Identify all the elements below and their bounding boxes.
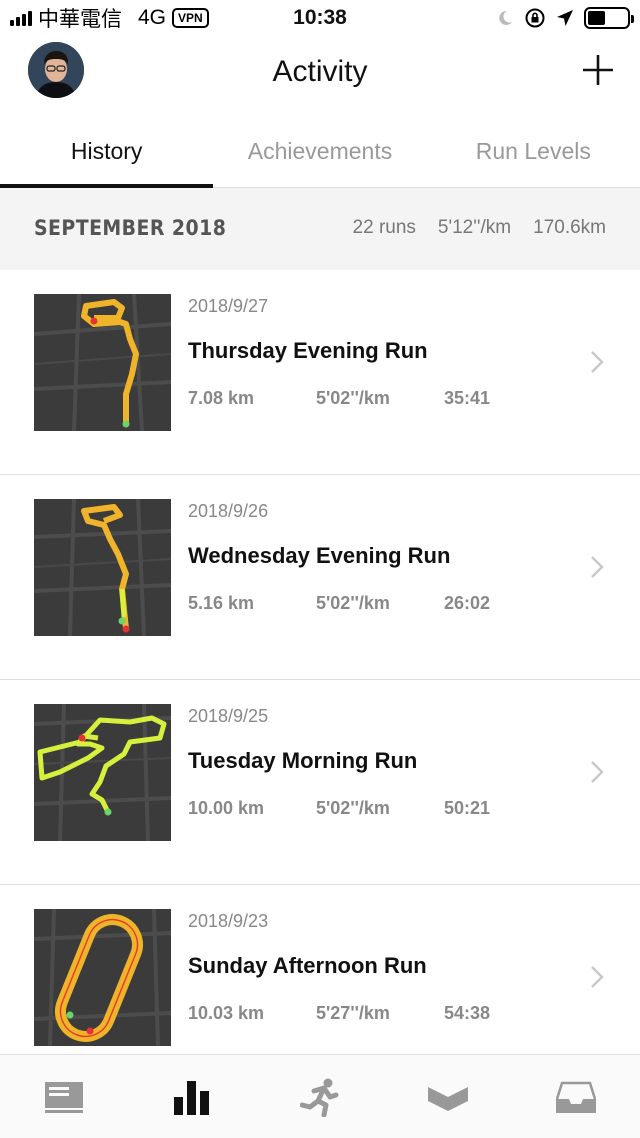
run-duration: 35:41 xyxy=(444,388,491,408)
location-arrow-icon xyxy=(557,10,573,26)
page-title: Activity xyxy=(272,55,368,88)
activity-chart-icon xyxy=(174,1080,209,1115)
month-total-distance: 170.6km xyxy=(533,217,606,238)
route-map-thumbnail xyxy=(34,294,171,431)
app-header: Activity xyxy=(0,36,640,110)
tab-run-levels[interactable]: Run Levels xyxy=(427,120,640,187)
chevron-right-icon xyxy=(591,966,604,988)
run-date: 2018/9/27 xyxy=(188,296,269,316)
rotation-lock-icon xyxy=(525,8,545,28)
run-distance: 5.16 km xyxy=(188,593,255,613)
run-date: 2018/9/26 xyxy=(188,501,269,521)
run-name: Wednesday Evening Run xyxy=(188,543,451,568)
nav-activity[interactable] xyxy=(128,1055,256,1138)
route-map-thumbnail xyxy=(34,499,171,636)
run-name: Thursday Evening Run xyxy=(188,338,428,363)
run-distance: 7.08 km xyxy=(188,388,255,408)
run-name: Tuesday Morning Run xyxy=(188,748,418,773)
chevron-right-icon xyxy=(591,761,604,783)
tab-history[interactable]: History xyxy=(0,120,214,188)
add-activity-button[interactable] xyxy=(582,54,614,86)
month-summary: SEPTEMBER 2018 22 runs 5'12''/km 170.6km xyxy=(0,188,640,270)
chevron-right-icon xyxy=(591,351,604,373)
month-avg-pace: 5'12''/km xyxy=(437,217,512,238)
run-pace: 5'02''/km xyxy=(316,593,390,613)
run-duration: 26:02 xyxy=(444,593,491,613)
run-item[interactable]: 2018/9/26 Wednesday Evening Run 5.16 km … xyxy=(0,475,640,680)
run-distance: 10.03 km xyxy=(188,1003,265,1023)
inbox-icon xyxy=(556,1081,596,1113)
nav-coach[interactable] xyxy=(384,1055,512,1138)
status-bar: 中華電信 4G VPN 10:38 xyxy=(0,0,640,36)
run-date: 2018/9/25 xyxy=(188,706,269,726)
moon-icon xyxy=(499,10,512,25)
nav-feed[interactable] xyxy=(0,1055,128,1138)
run-list: 2018/9/27 Thursday Evening Run 7.08 km 5… xyxy=(0,270,640,1090)
coach-icon xyxy=(428,1086,468,1111)
tab-achievements[interactable]: Achievements xyxy=(213,120,426,187)
runner-icon xyxy=(300,1078,339,1117)
feed-icon xyxy=(45,1081,83,1113)
nav-inbox[interactable] xyxy=(512,1055,640,1138)
month-stats: 22 runs 5'12''/km 170.6km xyxy=(353,217,606,239)
month-label: SEPTEMBER 2018 xyxy=(34,216,227,240)
run-duration: 50:21 xyxy=(444,798,491,818)
nav-run[interactable] xyxy=(256,1055,384,1138)
route-map-thumbnail xyxy=(34,704,171,841)
run-date: 2018/9/23 xyxy=(188,911,269,931)
bottom-nav xyxy=(0,1054,640,1138)
run-pace: 5'02''/km xyxy=(316,798,390,818)
run-pace: 5'27''/km xyxy=(316,1003,390,1023)
run-distance: 10.00 km xyxy=(188,798,265,818)
month-run-count: 22 runs xyxy=(352,217,416,238)
route-map-thumbnail xyxy=(34,909,171,1046)
run-pace: 5'02''/km xyxy=(316,388,390,408)
run-duration: 54:38 xyxy=(444,1003,491,1023)
battery-icon xyxy=(584,7,634,29)
status-right xyxy=(496,6,634,30)
run-item[interactable]: 2018/9/27 Thursday Evening Run 7.08 km 5… xyxy=(0,270,640,475)
run-name: Sunday Afternoon Run xyxy=(188,953,427,978)
run-item[interactable]: 2018/9/25 Tuesday Morning Run 10.00 km 5… xyxy=(0,680,640,885)
chevron-right-icon xyxy=(591,556,604,578)
activity-tabs: History Achievements Run Levels xyxy=(0,120,640,188)
